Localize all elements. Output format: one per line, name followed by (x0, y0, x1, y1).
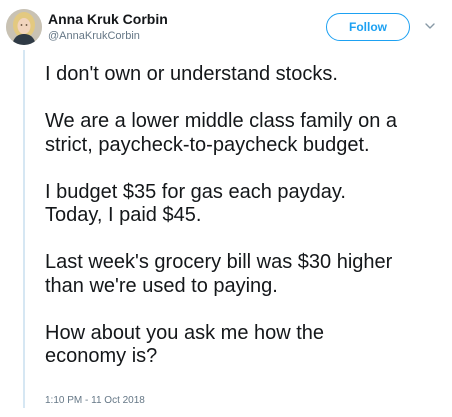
thread-rule (23, 50, 25, 408)
avatar[interactable] (6, 9, 42, 45)
tweet-paragraph: We are a lower middle class family on a … (45, 110, 397, 156)
follow-button[interactable]: Follow (326, 13, 410, 41)
chevron-down-icon[interactable] (424, 20, 436, 32)
tweet-paragraph: I don't own or understand stocks. (45, 63, 338, 85)
tweet-text: I don't own or understand stocks. We are… (45, 63, 445, 369)
tweet-paragraph: How about you ask me how the economy is? (45, 321, 325, 368)
tweet-timestamp[interactable]: 1:10 PM - 11 Oct 2018 (45, 395, 145, 406)
tweet-card: Anna Kruk Corbin @AnnaKrukCorbin Follow … (0, 0, 452, 417)
tweet-paragraph: Last week's grocery bill was $30 higher … (45, 251, 393, 297)
user-handle[interactable]: @AnnaKrukCorbin (48, 30, 140, 42)
display-name[interactable]: Anna Kruk Corbin (48, 11, 168, 27)
tweet-paragraph: I budget $35 for gas each payday. Today,… (45, 180, 346, 227)
profile-photo-icon (6, 9, 42, 45)
